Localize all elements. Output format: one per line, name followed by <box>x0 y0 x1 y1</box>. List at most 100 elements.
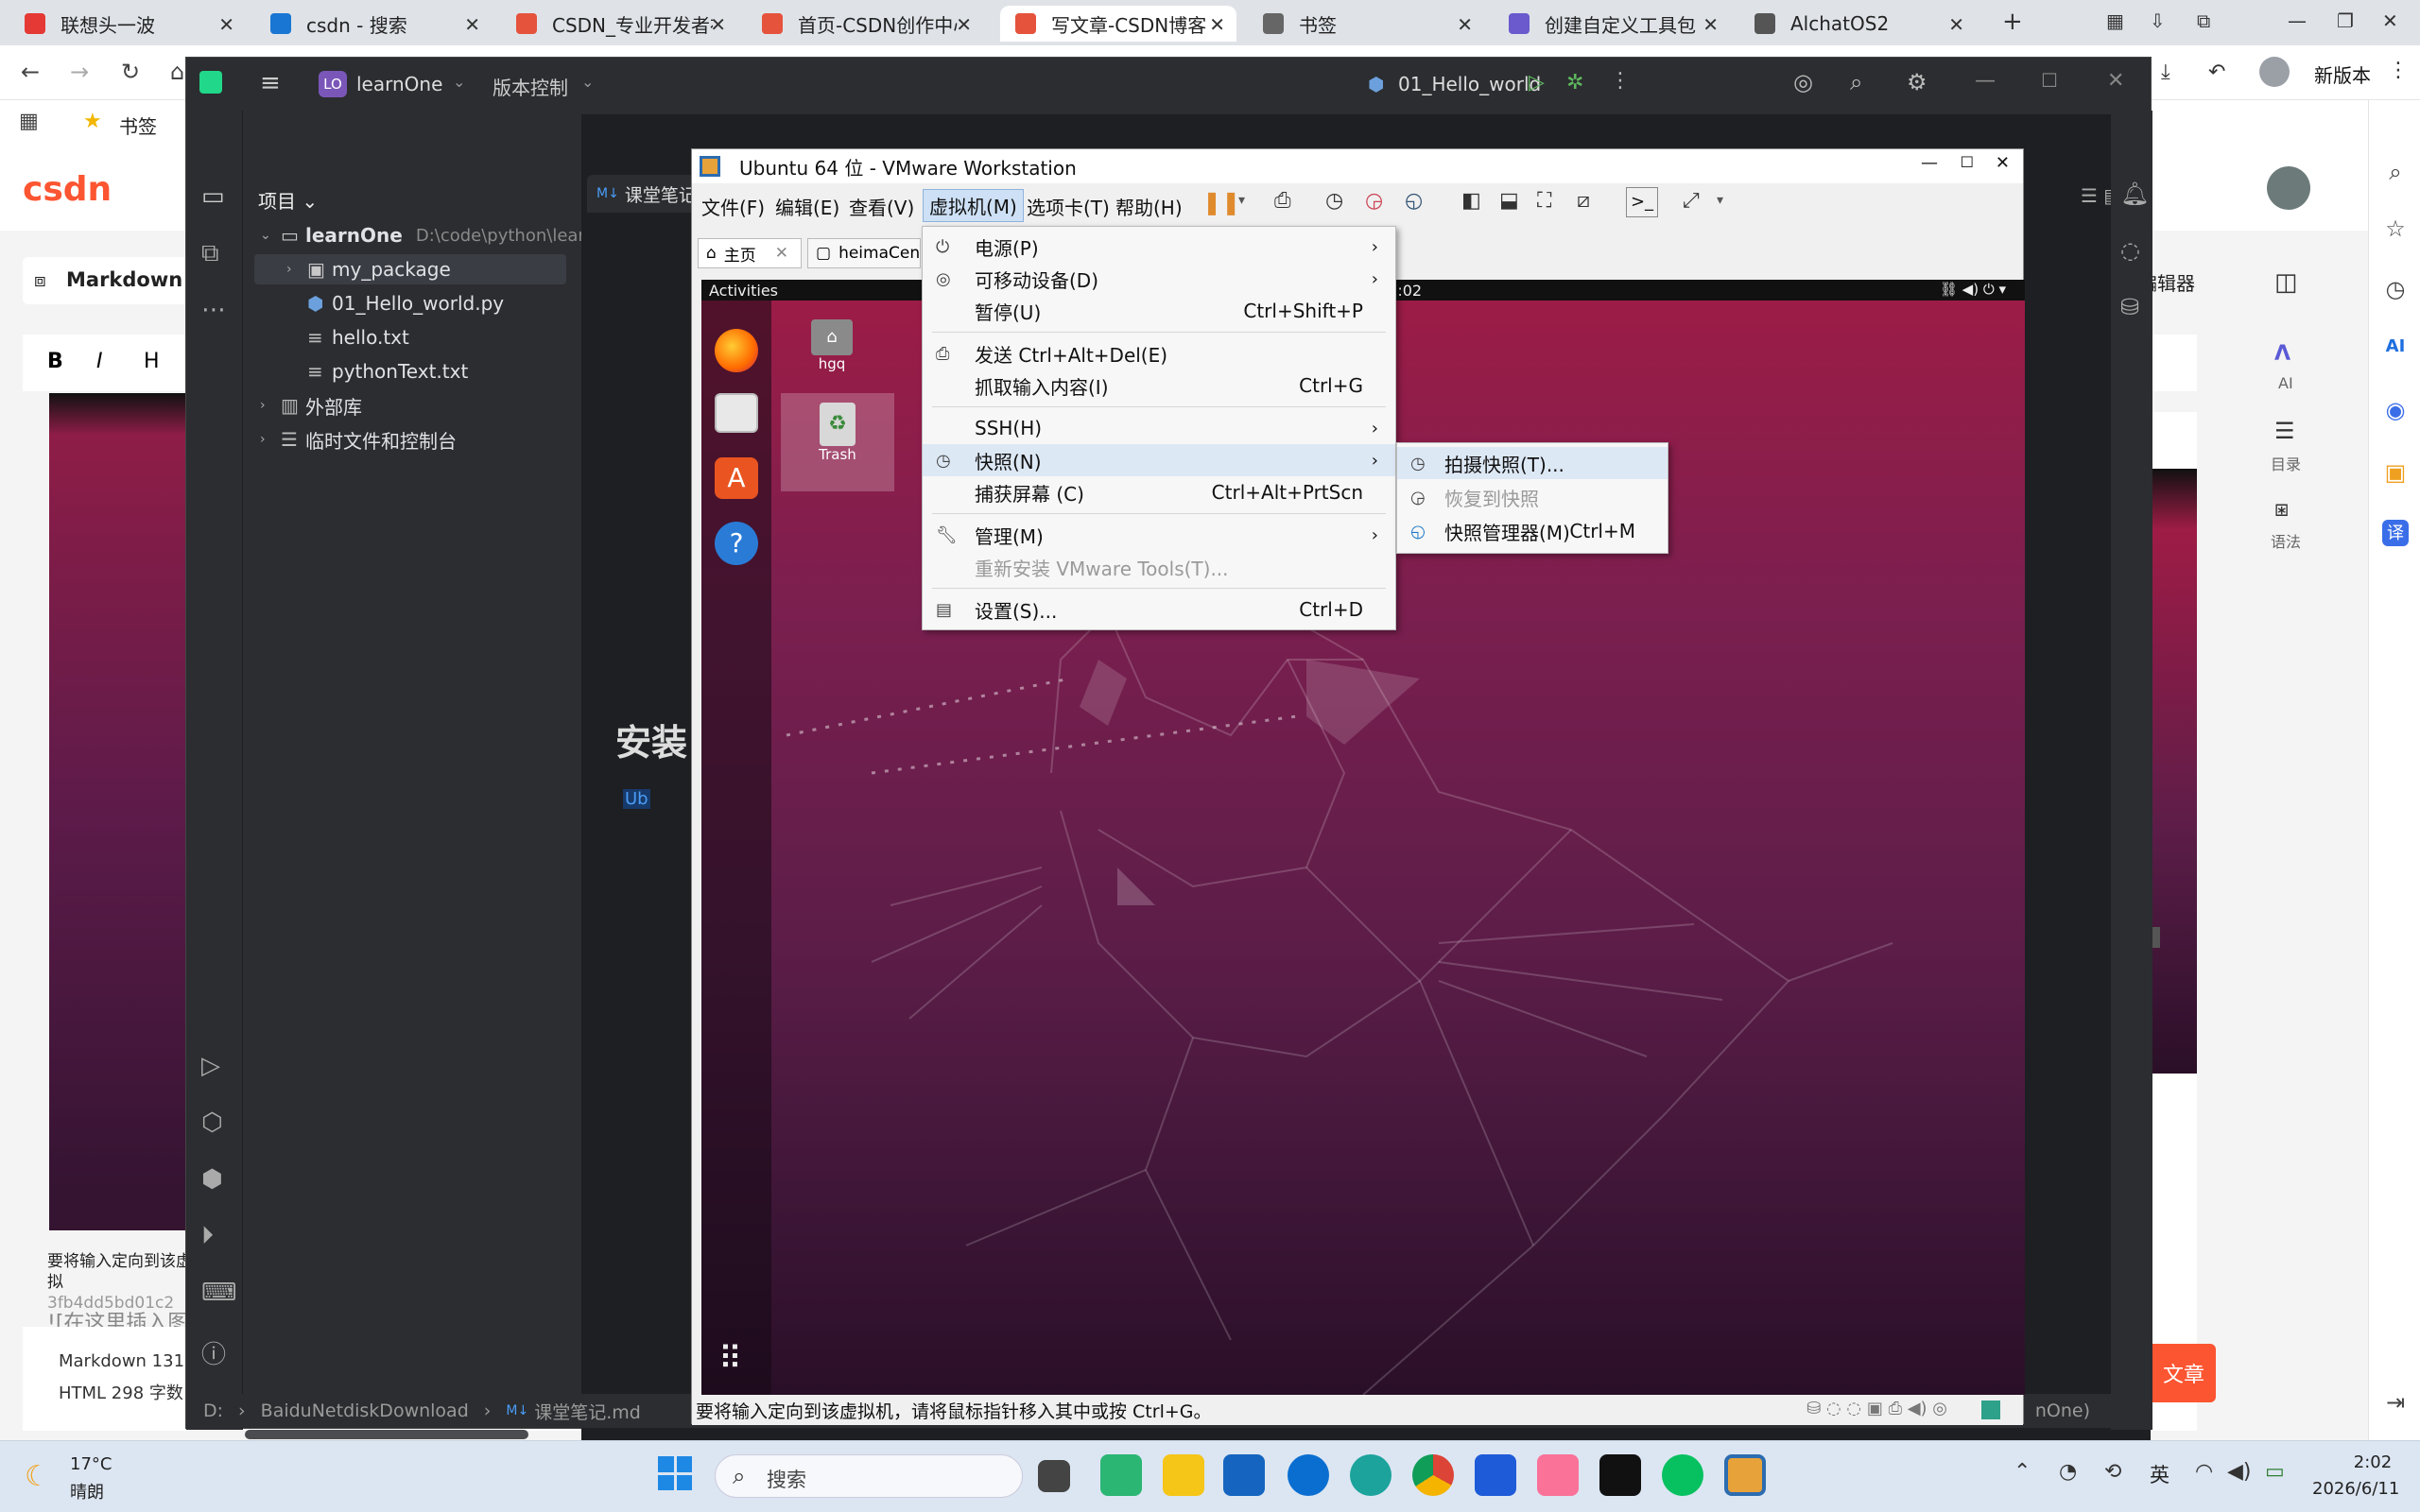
bold-button[interactable]: B <box>47 350 63 373</box>
help-icon[interactable]: ? <box>715 522 758 565</box>
vm-maximize-button[interactable]: ☐ <box>1961 153 1974 171</box>
desktop-home-folder[interactable]: ⌂ hgq <box>794 319 870 372</box>
breadcrumb-drive[interactable]: D: <box>203 1400 223 1421</box>
star-icon[interactable]: ☆ <box>2382 215 2409 242</box>
snapshot-menu-item[interactable]: ◷ 拍摄快照(T)... <box>1397 447 1668 479</box>
tray-overflow-icon[interactable]: ⌃ <box>2014 1460 2031 1484</box>
close-button[interactable]: ✕ <box>2382 9 2398 32</box>
chevron-right-icon[interactable]: › <box>286 262 307 277</box>
send-keys-icon[interactable]: ⎙ <box>1274 189 1291 213</box>
history-icon[interactable]: ◷ <box>2382 276 2409 302</box>
firefox-icon[interactable] <box>715 329 758 372</box>
ide-close-button[interactable]: ✕ <box>2107 69 2124 93</box>
main-menu-icon[interactable]: ≡ <box>260 69 281 97</box>
chrome-icon[interactable] <box>1412 1454 1454 1496</box>
markdown-editor-tab[interactable]: ⧈ Markdown <box>23 257 193 304</box>
console-view-icon[interactable]: >_ <box>1626 187 1658 217</box>
weather-temp[interactable]: 17°C <box>70 1454 112 1474</box>
run-config-selector[interactable]: 01_Hello_world <box>1398 73 1541 95</box>
start-icon[interactable] <box>658 1456 692 1490</box>
edge-icon[interactable] <box>1350 1454 1392 1496</box>
structure-tool-icon[interactable]: ⧉ <box>201 239 219 268</box>
project-switcher[interactable]: learnOne <box>356 73 442 95</box>
clock-date[interactable]: 2026/6/11 <box>2312 1479 2399 1499</box>
home-icon[interactable]: ⌂ <box>170 59 184 85</box>
vm-menu-1[interactable]: 编辑(E) <box>775 193 839 220</box>
bookmark-label[interactable]: 书签 <box>119 112 157 139</box>
tree-item[interactable]: ⬢ 01_Hello_world.py <box>286 288 504 318</box>
snapshot-take-icon[interactable]: ◷ <box>1325 189 1343 213</box>
apps-grid-icon[interactable]: ▦ <box>19 110 39 133</box>
debug-icon[interactable]: ✲ <box>1566 71 1583 94</box>
heading-button[interactable]: H <box>144 350 160 373</box>
chevron-right-icon[interactable]: › <box>260 432 281 447</box>
download-icon[interactable]: ⤓ <box>2161 60 2170 84</box>
browser-tab[interactable]: csdn - 搜索 ✕ <box>255 6 492 42</box>
tree-item[interactable]: ≡ hello.txt <box>286 322 409 352</box>
run-icon[interactable]: ▷ <box>1529 71 1545 94</box>
weather-desc[interactable]: 晴朗 <box>70 1479 104 1503</box>
tree-item[interactable]: ⌄ ▭ learnOne D:\code\python\learn <box>260 220 596 250</box>
vm-menu-4[interactable]: 选项卡(T) <box>1027 193 1110 220</box>
terminal-icon[interactable]: ⌨ <box>201 1279 237 1307</box>
toolbox-icon[interactable]: ▣ <box>2382 459 2409 486</box>
system-tray-icons[interactable]: ⛓ ◀) ⏻ ▾ <box>1940 281 2006 298</box>
project-panel-title[interactable]: 项目 ⌄ <box>258 186 318 214</box>
unity-icon[interactable]: ⧄ <box>1577 189 1590 213</box>
tab-close-icon[interactable]: ✕ <box>1209 13 1225 36</box>
user-avatar[interactable] <box>2267 166 2310 210</box>
status-interpreter[interactable]: nOne) <box>2035 1400 2090 1421</box>
pycharm-taskbar-icon[interactable] <box>1599 1454 1641 1496</box>
tab-close-icon[interactable]: ✕ <box>464 13 480 36</box>
chevron-down-icon[interactable]: ▾ <box>1238 193 1245 208</box>
app-icon-green[interactable] <box>1100 1454 1142 1496</box>
task-view-icon[interactable] <box>1038 1460 1070 1492</box>
vm-menu-item[interactable]: 暂停(U) Ctrl+Shift+P <box>923 295 1395 327</box>
tab-close-icon[interactable]: ✕ <box>1703 13 1719 36</box>
fullscreen-icon[interactable]: ⛶ <box>1537 189 1551 213</box>
tab-close-icon[interactable]: ✕ <box>710 13 726 36</box>
toc-icon[interactable]: ☰ <box>2274 418 2295 444</box>
vm-minimize-button[interactable]: — <box>1921 153 1938 173</box>
vm-menu-item[interactable]: 抓取输入内容(I) Ctrl+G <box>923 369 1395 402</box>
vm-menu-5[interactable]: 帮助(H) <box>1115 193 1183 220</box>
snapshot-revert-icon[interactable]: ◶ <box>1365 189 1383 213</box>
notifications-icon[interactable]: 🔔︎ <box>2120 180 2149 207</box>
ai-icon[interactable]: Λ <box>2274 342 2290 366</box>
file-explorer-icon[interactable] <box>1163 1454 1204 1496</box>
game-icon[interactable]: ◉ <box>2382 397 2409 423</box>
software-icon[interactable]: A <box>715 457 758 499</box>
chevron-down-icon[interactable]: ▾ <box>1717 193 1723 208</box>
back-icon[interactable]: ← <box>21 59 40 85</box>
vm-menu-0[interactable]: 文件(F) <box>701 193 765 220</box>
clock-time[interactable]: 2:02 <box>2335 1452 2411 1472</box>
show-apps-icon[interactable]: ⠿ <box>718 1340 742 1378</box>
collapse-sidebar-icon[interactable]: ⇥ <box>2382 1389 2409 1416</box>
search-icon[interactable]: ⌕ <box>1850 69 1862 95</box>
settings-icon[interactable]: ⚙ <box>1907 69 1927 95</box>
stretch-icon[interactable]: ⤢ <box>1683 189 1700 213</box>
browser-tab[interactable]: 书签 ✕ <box>1248 6 1484 42</box>
puzzle-icon[interactable]: ⧉ <box>2197 9 2210 32</box>
run-tool-icon[interactable]: ▷ <box>201 1052 220 1080</box>
ide-maximize-button[interactable]: ☐ <box>2041 69 2058 92</box>
tab-vm[interactable]: ▢heimaCentOS <box>807 238 921 268</box>
avatar[interactable] <box>2259 57 2290 87</box>
services-icon[interactable]: ⏵ <box>201 1222 214 1251</box>
desktop-trash[interactable]: ♻ Trash <box>781 393 894 491</box>
store-icon[interactable] <box>1223 1454 1265 1496</box>
ai-icon[interactable]: AI <box>2382 336 2409 363</box>
edge-ai-icon[interactable] <box>1288 1454 1329 1496</box>
tab-close-icon[interactable]: ✕ <box>956 13 972 36</box>
breadcrumb-folder[interactable]: BaiduNetdiskDownload <box>261 1400 469 1421</box>
browser-tab[interactable]: 联想头一波 ✕ <box>9 6 246 42</box>
browser-tab[interactable]: 首页-CSDN创作中心 ✕ <box>747 6 983 42</box>
files-icon[interactable] <box>715 393 758 433</box>
more-tools-icon[interactable]: ⋯ <box>201 296 226 324</box>
extension-icon[interactable]: ▦ <box>2106 9 2124 32</box>
vm-menu-item[interactable]: SSH(H) › <box>923 412 1395 444</box>
bilibili-icon[interactable] <box>1537 1454 1579 1496</box>
browser-tab[interactable]: CSDN_专业开发者社 ✕ <box>501 6 737 42</box>
vm-menu-3[interactable]: 虚拟机(M) <box>923 189 1024 222</box>
syntax-icon[interactable]: ⧆ <box>2274 495 2289 522</box>
